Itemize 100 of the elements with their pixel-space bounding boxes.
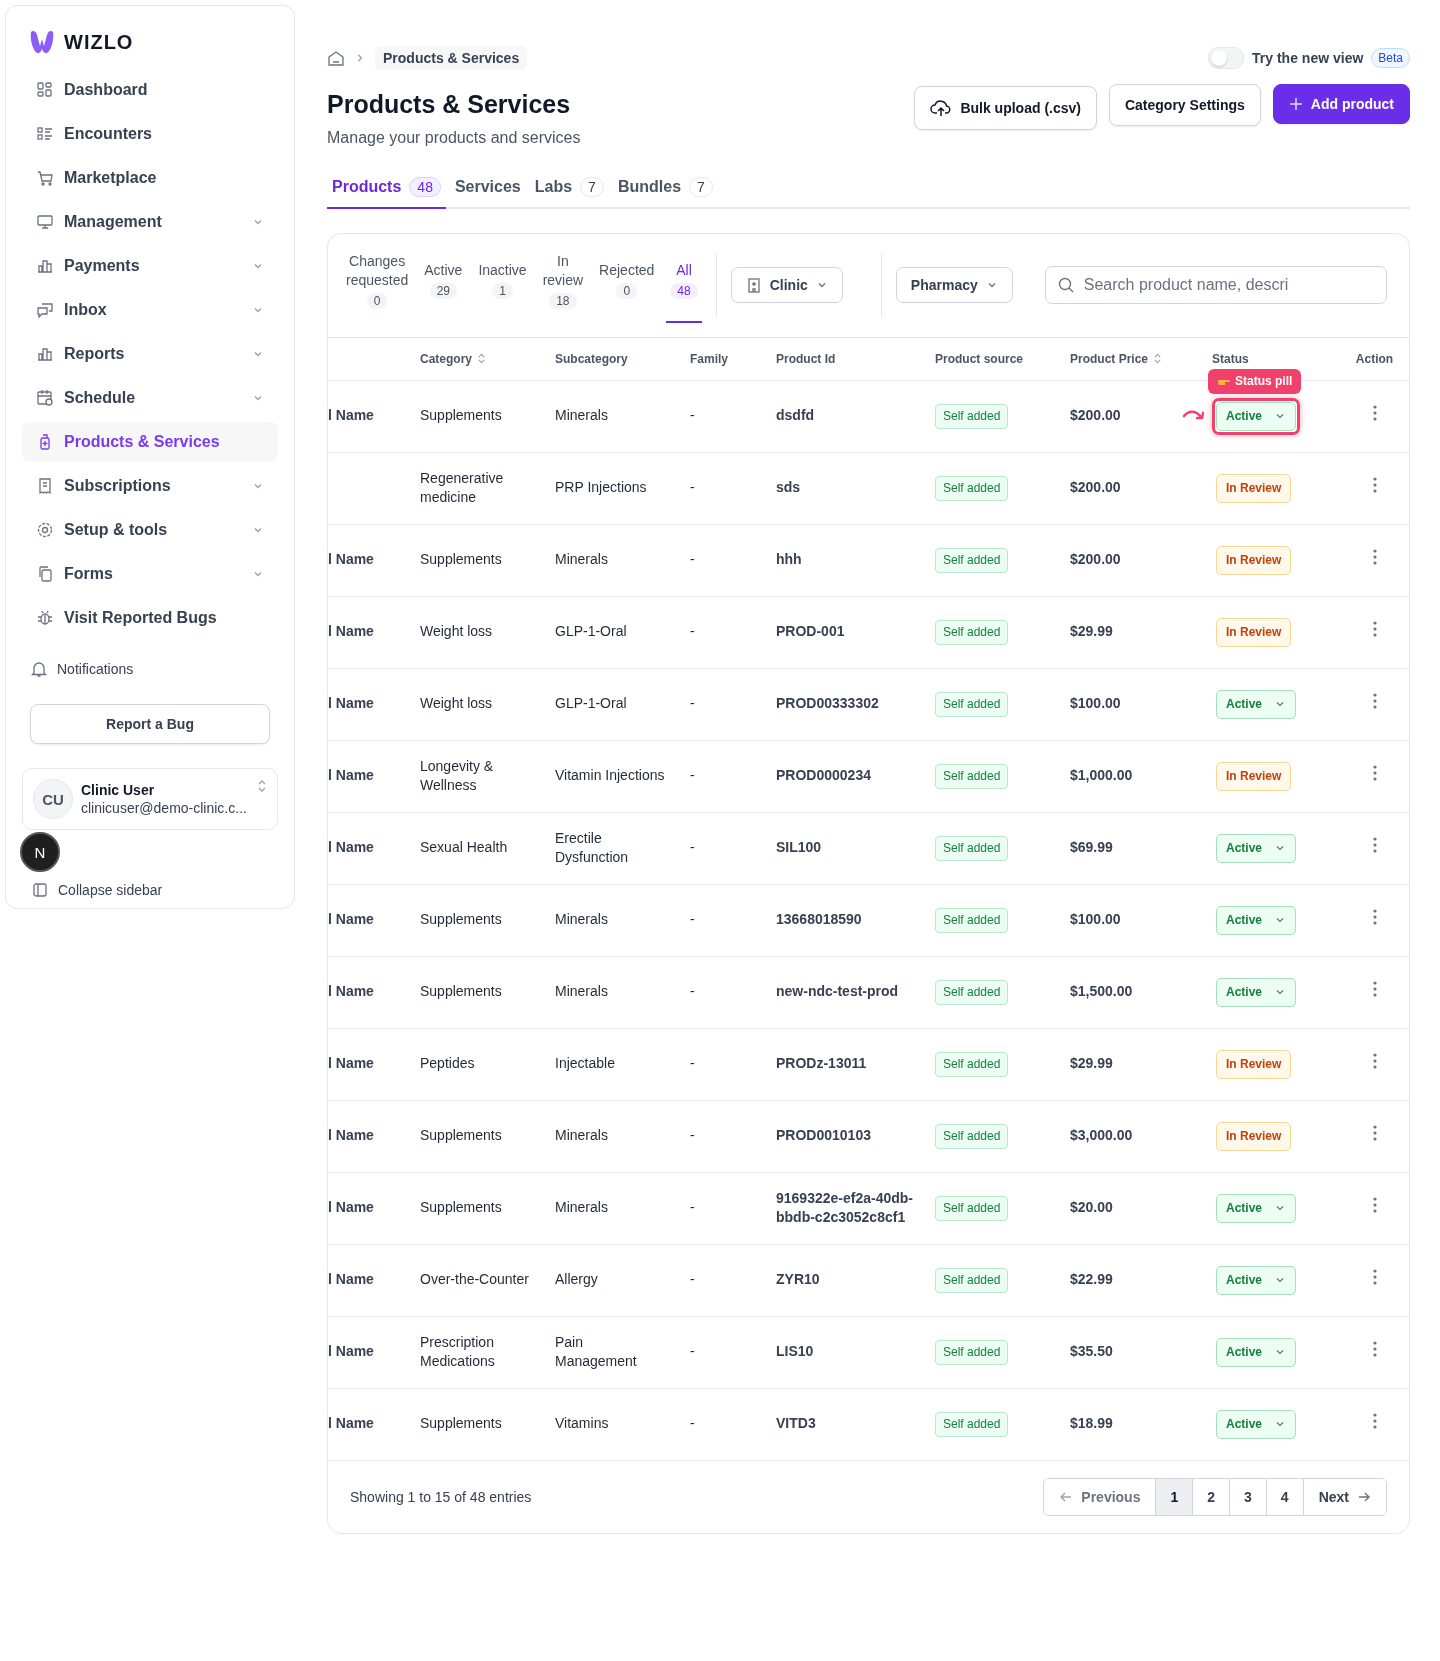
status-dropdown[interactable]: Active (1216, 977, 1297, 1007)
sidebar-item[interactable]: Setup & tools (22, 510, 278, 550)
more-options-icon[interactable] (1372, 1197, 1377, 1214)
home-icon[interactable] (327, 49, 345, 67)
column-header: Category (420, 351, 472, 366)
notifications-link[interactable]: Notifications (30, 652, 270, 686)
report-bug-button[interactable]: Report a Bug (30, 704, 270, 744)
sort-icon[interactable] (477, 353, 486, 365)
more-options-icon[interactable] (1372, 1269, 1377, 1286)
status-filter-tab[interactable]: Changes requested 0 (342, 248, 413, 323)
new-view-label: Try the new view (1252, 50, 1364, 66)
next-button[interactable]: Next (1302, 1478, 1386, 1515)
table-cell: l Name (328, 767, 374, 784)
source-badge: Self added (935, 1051, 1009, 1077)
sidebar-item[interactable]: Payments (22, 246, 278, 286)
table-cell: l Name (328, 1127, 374, 1144)
table-cell: PROD-001 (776, 623, 845, 640)
table-cell: GLP-1-Oral (555, 695, 627, 712)
brand-name: WIZLO (64, 30, 134, 54)
more-options-icon[interactable] (1372, 765, 1377, 782)
table-cell: Supplements (420, 911, 502, 928)
filter-dropdown[interactable]: Clinic (730, 267, 843, 304)
more-options-icon[interactable] (1372, 837, 1377, 854)
status-filter-tab[interactable]: All 48 (666, 248, 702, 323)
sort-icon[interactable] (1153, 353, 1163, 365)
status-dropdown[interactable]: Active (1216, 401, 1297, 431)
more-options-icon[interactable] (1372, 981, 1377, 998)
status-dropdown[interactable]: Active (1216, 689, 1297, 719)
source-badge: Self added (935, 1267, 1009, 1293)
add-product-button[interactable]: Add product (1272, 84, 1410, 124)
status-filter-tab[interactable]: Active 29 (420, 248, 467, 323)
table-cell: l Name (328, 1415, 374, 1432)
source-badge: Self added (935, 619, 1009, 645)
sidebar-item[interactable]: Marketplace (22, 158, 278, 198)
more-options-icon[interactable] (1372, 549, 1377, 566)
sidebar-item[interactable]: Forms (22, 554, 278, 594)
page-button[interactable]: 1 (1155, 1478, 1193, 1515)
settings-button[interactable]: Category Settings (1108, 84, 1261, 126)
more-options-icon[interactable] (1372, 693, 1377, 710)
status-dropdown[interactable]: Active (1216, 905, 1297, 935)
filter-dropdown[interactable]: Pharmacy (895, 267, 1013, 304)
status-dropdown[interactable]: Active (1216, 1409, 1297, 1439)
breadcrumb-item[interactable]: Products & Services (375, 46, 528, 70)
status-dropdown[interactable]: Active (1216, 1193, 1297, 1223)
search-field[interactable]: Search product name, descri (1044, 266, 1387, 305)
toggle-switch[interactable] (1208, 47, 1245, 69)
user-card[interactable]: CU Clinic User clinicuser@demo-clinic.c... (22, 768, 278, 830)
sidebar-item[interactable]: Encounters (22, 114, 278, 154)
more-options-icon[interactable] (1372, 1413, 1377, 1430)
table-cell: Supplements (420, 1199, 502, 1216)
table-cell: l Name (328, 1271, 374, 1288)
table-cell: Weight loss (420, 695, 493, 712)
table-cell: Allergy (555, 1271, 598, 1288)
source-badge: Self added (935, 763, 1009, 789)
tab[interactable]: Bundles 7 (612, 177, 718, 209)
upload-button[interactable]: Bulk upload (.csv) (914, 86, 1097, 130)
table-cell: Weight loss (420, 623, 493, 640)
table-cell: Vitamins (555, 1415, 609, 1432)
sidebar-item[interactable]: Dashboard (22, 70, 278, 110)
table-cell: Vitamin Injections (555, 767, 665, 784)
more-options-icon[interactable] (1372, 1125, 1377, 1142)
source-badge: Self added (935, 475, 1009, 501)
status-dropdown[interactable]: Active (1216, 833, 1297, 863)
sidebar-item[interactable]: Management (22, 202, 278, 242)
table-cell: Longevity & Wellness (420, 757, 494, 794)
table-cell: Supplements (420, 983, 502, 1000)
tab[interactable]: Labs 7 (529, 177, 609, 209)
status-dropdown[interactable]: Active (1216, 1337, 1297, 1367)
more-options-icon[interactable] (1372, 621, 1377, 638)
sidebar-item[interactable]: Products & Services (22, 422, 278, 462)
sidebar-item[interactable]: Schedule (22, 378, 278, 418)
sidebar-item[interactable]: Reports (22, 334, 278, 374)
table-cell: ZYR10 (776, 1271, 820, 1288)
building-icon (745, 277, 762, 294)
more-options-icon[interactable] (1372, 1341, 1377, 1358)
sidebar-item[interactable]: Subscriptions (22, 466, 278, 506)
dev-badge[interactable]: N (20, 832, 60, 872)
table-cell: Injectable (555, 1055, 615, 1072)
table-cell: - (690, 551, 695, 568)
table-cell: Erectile Dysfunction (555, 829, 629, 866)
table-cell: GLP-1-Oral (555, 623, 627, 640)
bars-icon (36, 257, 54, 275)
more-options-icon[interactable] (1372, 1053, 1377, 1070)
status-filter-tab[interactable]: Rejected 0 (595, 248, 659, 323)
table-cell: - (690, 1343, 695, 1360)
table-cell: l Name (328, 1199, 374, 1216)
tab[interactable]: Services (449, 177, 526, 209)
more-options-icon[interactable] (1372, 477, 1377, 494)
status-filter-tab[interactable]: In review 18 (538, 248, 588, 323)
table-cell: Sexual Health (420, 839, 508, 856)
tab[interactable]: Products 48 (327, 177, 446, 209)
collapse-sidebar-link[interactable]: Collapse sidebar (32, 882, 163, 898)
more-options-icon[interactable] (1372, 909, 1377, 926)
more-options-icon[interactable] (1372, 405, 1377, 422)
sidebar-item[interactable]: Inbox (22, 290, 278, 330)
table-cell: l Name (328, 1343, 374, 1360)
sidebar-item[interactable]: Visit Reported Bugs (22, 598, 278, 638)
status-filter-tab[interactable]: Inactive 1 (474, 248, 531, 323)
status-dropdown[interactable]: Active (1216, 1265, 1297, 1295)
column-header: Product Price (1070, 351, 1149, 366)
